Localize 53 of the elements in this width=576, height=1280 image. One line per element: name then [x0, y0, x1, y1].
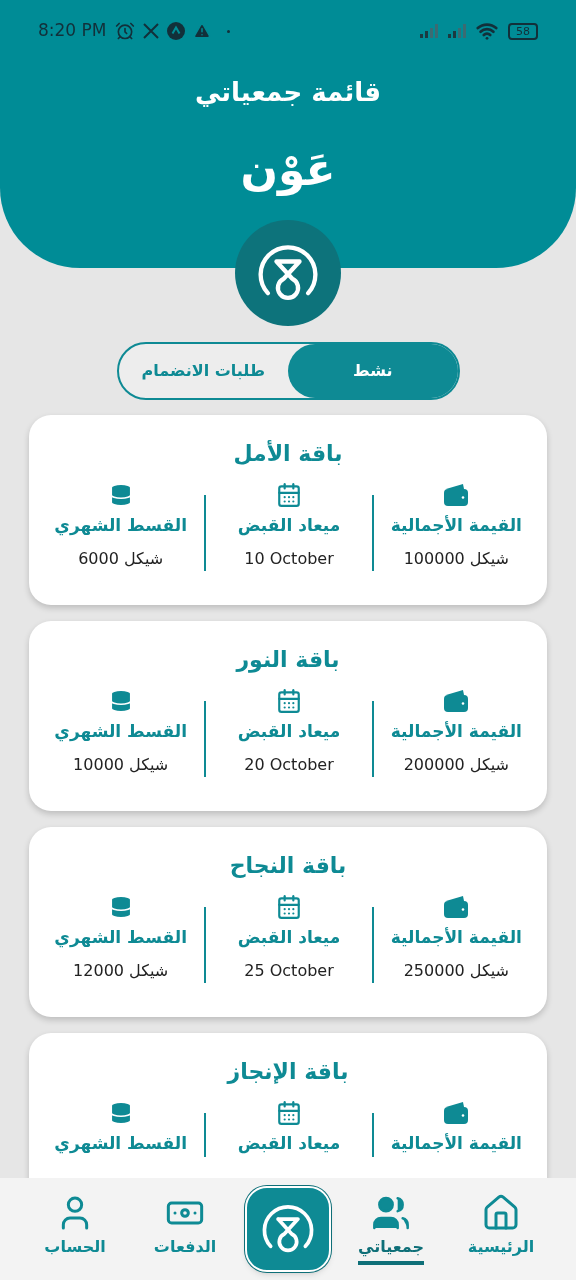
field-label: القسط الشهري [54, 514, 188, 538]
status-time: 8:20 PM [38, 19, 107, 43]
page-title: قائمة جمعياتي [194, 76, 382, 109]
field-value: شيكل 250000 [403, 959, 509, 982]
wifi-icon [476, 20, 498, 42]
package-title: باقة الأمل [233, 439, 343, 468]
field-label: ميعاد القبض [237, 514, 341, 538]
field-value: شيكل 200000 [403, 753, 509, 776]
nav-label: الحساب [44, 1236, 106, 1258]
field-label: ميعاد القبض [237, 926, 341, 950]
field-value: شيكل 100000 [403, 547, 509, 570]
field-label: القسط الشهري [54, 1132, 188, 1156]
nav-item[interactable]: جمعياتي [341, 1193, 441, 1265]
calendar-icon [276, 1100, 302, 1126]
nav-item[interactable]: الحساب [25, 1193, 125, 1265]
field-label: القيمة الأجمالية [390, 720, 522, 743]
calendar-icon [276, 482, 302, 508]
battery-icon: 58 [508, 22, 538, 40]
field-value: 20 October [244, 753, 334, 776]
wallet-icon [443, 483, 470, 507]
nav-label: الرئيسية [467, 1236, 535, 1258]
package-title: باقة الإنجاز [227, 1058, 349, 1086]
caret-circle-icon [166, 22, 185, 40]
field-label: ميعاد القبض [237, 720, 341, 744]
field-label: القيمة الأجمالية [390, 1132, 522, 1155]
wallet-icon [443, 689, 470, 713]
tab[interactable]: طلبات الانضمام [118, 344, 288, 398]
warning-icon [192, 22, 211, 40]
field-label: القسط الشهري [54, 926, 188, 950]
field-label: القيمة الأجمالية [390, 926, 522, 949]
alarm-icon [114, 21, 135, 41]
calendar-icon [276, 688, 302, 714]
nav-item[interactable]: الرئيسية [451, 1193, 551, 1265]
calendar-icon [276, 894, 302, 920]
field-value: شيكل 12000 [73, 959, 169, 982]
center-logo-button[interactable] [245, 1186, 331, 1272]
brand-name: عَوْن [240, 143, 336, 198]
field-label: القسط الشهري [54, 720, 188, 744]
wallet-icon [443, 895, 470, 919]
field-value: 25 October [244, 959, 334, 982]
nav-label: الدفعات [153, 1236, 217, 1258]
package-card[interactable]: باقة الإنجاز القيمة الأجمالية ميعاد القبض القسط الشهري [29, 1033, 547, 1178]
field-value: شيكل 10000 [73, 753, 169, 776]
package-title: باقة النجاح [229, 852, 347, 880]
wallet-icon [443, 1101, 470, 1125]
field-label: القيمة الأجمالية [390, 514, 522, 537]
nav-item[interactable]: الدفعات [135, 1193, 235, 1265]
field-value: شيكل 6000 [78, 547, 164, 570]
field-value: 10 October [244, 547, 334, 570]
package-title: باقة النور [236, 646, 340, 675]
field-label: ميعاد القبض [237, 1132, 341, 1156]
nav-label: جمعياتي [358, 1235, 424, 1265]
tab[interactable]: نشط [288, 344, 458, 398]
